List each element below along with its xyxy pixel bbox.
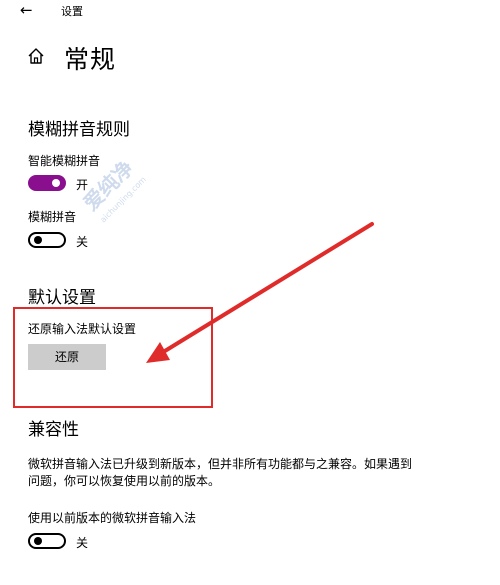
annotation-arrow — [146, 222, 374, 363]
